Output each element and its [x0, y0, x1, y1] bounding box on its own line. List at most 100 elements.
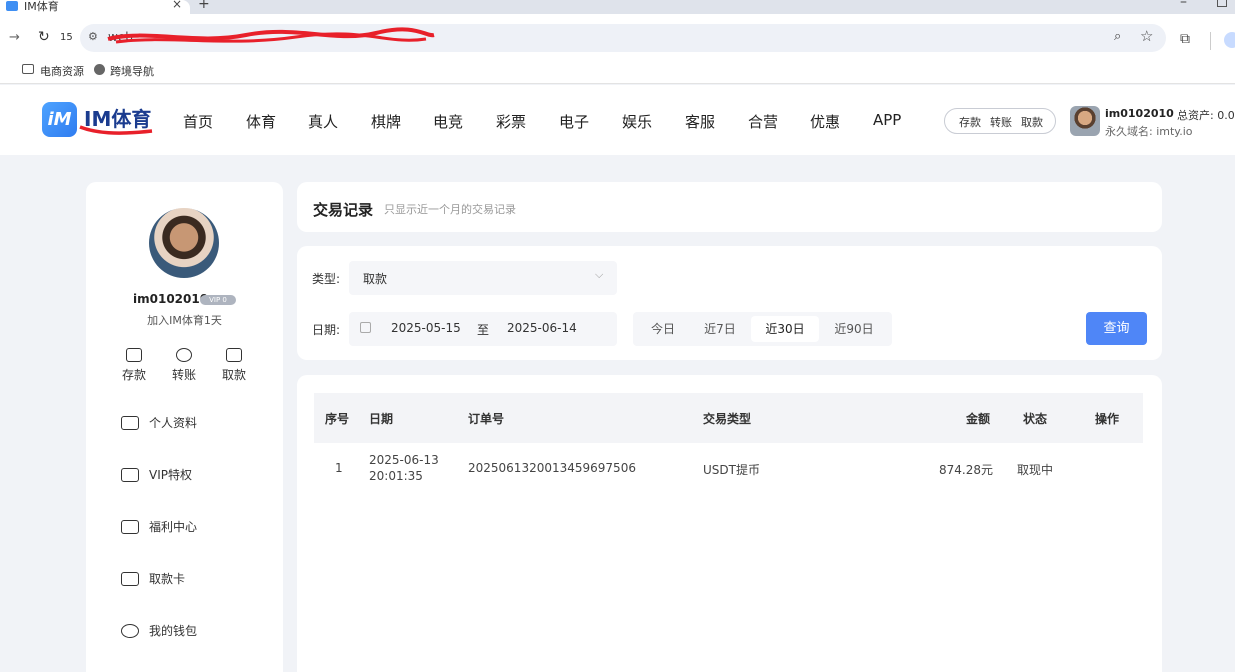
- globe-icon: [94, 64, 105, 75]
- bookmark-crossborder[interactable]: 跨境导航: [110, 63, 154, 79]
- browser-tab-bar: IM体育 × + –: [0, 0, 1235, 14]
- filter-card: 类型: 取款 ⌵ 日期: 2025-05-15 至 2025-06-14 今日 …: [297, 246, 1162, 360]
- forward-icon[interactable]: →: [9, 30, 20, 45]
- bookmarks-bar: 电商资源 跨境导航: [0, 60, 1235, 84]
- site-header: iM IM体育 首页 体育 真人 棋牌 电竞 彩票 电子 娱乐 客服 合营 优惠…: [0, 85, 1235, 155]
- header-username[interactable]: im0102010: [1105, 107, 1174, 120]
- folder-icon: [22, 64, 34, 74]
- type-select-value: 取款: [363, 272, 388, 286]
- nav-sports[interactable]: 体育: [246, 111, 276, 132]
- nav-promotions[interactable]: 优惠: [810, 111, 840, 132]
- table-header: 序号 日期 订单号 交易类型 金额 状态 操作: [314, 393, 1143, 443]
- header-avatar[interactable]: [1070, 106, 1100, 136]
- id-card-icon: [121, 415, 139, 430]
- sidebar-item-welfare[interactable]: 福利中心: [121, 518, 197, 535]
- nav-partner[interactable]: 合营: [748, 111, 778, 132]
- extensions-icon[interactable]: ⧉: [1180, 31, 1190, 47]
- browser-tab-title: IM体育: [24, 0, 59, 13]
- sidebar-item-label: 我的钱包: [149, 624, 198, 638]
- sidebar-withdraw-button[interactable]: 取款: [214, 348, 254, 383]
- type-select[interactable]: 取款 ⌵: [349, 261, 617, 295]
- cell-status: 取现中: [1017, 463, 1054, 477]
- sidebar-item-label: 取款卡: [149, 572, 186, 586]
- quick-date-7days[interactable]: 近7日: [693, 316, 747, 342]
- joined-days: 加入IM体育1天: [147, 314, 222, 327]
- close-tab-icon[interactable]: ×: [172, 0, 182, 11]
- redaction-scribble: [107, 27, 435, 44]
- nav-app[interactable]: APP: [873, 111, 901, 129]
- bookmark-ecommerce[interactable]: 电商资源: [40, 63, 84, 79]
- browser-tab[interactable]: IM体育 ×: [0, 0, 190, 14]
- maximize-window-icon[interactable]: [1217, 0, 1227, 7]
- col-action: 操作: [1095, 412, 1120, 426]
- page-title: 交易记录: [313, 201, 374, 219]
- col-index: 序号: [325, 412, 350, 426]
- nav-live[interactable]: 真人: [308, 111, 338, 132]
- account-sidebar: im0102010 VIP 0 加入IM体育1天 存款 转账 取款 个人资料 V…: [86, 182, 283, 672]
- query-button[interactable]: 查询: [1086, 312, 1147, 345]
- header-domain: 永久域名: imty.io: [1105, 125, 1193, 138]
- sidebar-item-label: 福利中心: [149, 520, 198, 534]
- nav-home[interactable]: 首页: [183, 111, 213, 132]
- sidebar-item-cards[interactable]: 取款卡: [121, 570, 185, 587]
- sidebar-item-wallet[interactable]: 我的钱包: [121, 622, 197, 639]
- toolbar-divider: [1210, 32, 1211, 50]
- quick-date-30days[interactable]: 近30日: [751, 316, 819, 342]
- sidebar-item-label: VIP特权: [149, 468, 192, 482]
- date-from[interactable]: 2025-05-15: [391, 321, 461, 335]
- nav-esports[interactable]: 电竞: [433, 111, 463, 132]
- cell-order-no: 2025061320013459697506: [468, 461, 636, 475]
- minimize-window-icon[interactable]: –: [1180, 0, 1187, 10]
- url-bar[interactable]: ⚙ web ⌕ ☆: [80, 24, 1166, 52]
- quick-deposit-button[interactable]: 存款: [959, 114, 981, 130]
- title-card: 交易记录 只显示近一个月的交易记录: [297, 182, 1162, 232]
- quick-date-90days[interactable]: 近90日: [823, 316, 885, 342]
- calendar-icon: [360, 322, 371, 333]
- logo-icon[interactable]: iM: [42, 102, 77, 137]
- site-favicon-icon: [6, 1, 18, 11]
- col-date: 日期: [369, 412, 394, 426]
- quick-date-today[interactable]: 今日: [641, 316, 685, 342]
- date-range-picker[interactable]: 2025-05-15 至 2025-06-14: [349, 312, 617, 346]
- bookmark-star-icon[interactable]: ☆: [1140, 27, 1153, 45]
- type-label: 类型:: [312, 272, 341, 286]
- wallet-icon: [121, 623, 139, 638]
- quick-withdraw-button[interactable]: 取款: [1021, 114, 1043, 130]
- nav-lottery[interactable]: 彩票: [496, 111, 526, 132]
- col-status: 状态: [1023, 412, 1048, 426]
- browser-toolbar: → ↻ 15 ⚙ web ⌕ ☆ ⧉: [0, 14, 1235, 60]
- nav-slots[interactable]: 电子: [559, 111, 589, 132]
- cell-index: 1: [335, 461, 343, 475]
- reload-count: 15: [60, 32, 73, 43]
- date-to[interactable]: 2025-06-14: [507, 321, 577, 335]
- sidebar-transfer-label: 转账: [171, 368, 196, 382]
- sidebar-item-label: 个人资料: [149, 416, 198, 430]
- date-label: 日期:: [312, 323, 341, 337]
- sidebar-item-profile[interactable]: 个人资料: [121, 414, 197, 431]
- nav-support[interactable]: 客服: [685, 111, 715, 132]
- cell-amount: 874.28元: [939, 463, 993, 477]
- quick-transfer-button[interactable]: 转账: [990, 114, 1012, 130]
- zoom-icon[interactable]: ⌕: [1114, 29, 1121, 44]
- nav-chess[interactable]: 棋牌: [371, 111, 401, 132]
- date-separator: 至: [477, 323, 490, 337]
- wallet-icon: [126, 348, 142, 362]
- col-type: 交易类型: [703, 412, 752, 426]
- site-settings-icon[interactable]: ⚙: [88, 30, 98, 43]
- crown-icon: [121, 467, 139, 482]
- nav-entertainment[interactable]: 娱乐: [622, 111, 652, 132]
- gift-icon: [121, 519, 139, 534]
- card-icon: [121, 571, 139, 586]
- sidebar-withdraw-label: 取款: [221, 368, 246, 382]
- records-table-card: 序号 日期 订单号 交易类型 金额 状态 操作 1 2025-06-13 20:…: [297, 375, 1162, 672]
- sidebar-deposit-button[interactable]: 存款: [114, 348, 154, 383]
- quick-actions: 存款 转账 取款: [944, 108, 1056, 134]
- sidebar-item-vip[interactable]: VIP特权: [121, 466, 192, 483]
- avatar[interactable]: [149, 208, 219, 278]
- sidebar-transfer-button[interactable]: 转账: [164, 348, 204, 383]
- profile-icon[interactable]: [1224, 32, 1235, 48]
- new-tab-button[interactable]: +: [198, 0, 210, 12]
- header-total-assets: 总资产: 0.0: [1177, 109, 1235, 122]
- cell-date: 2025-06-13: [369, 453, 439, 467]
- reload-icon[interactable]: ↻: [38, 29, 50, 45]
